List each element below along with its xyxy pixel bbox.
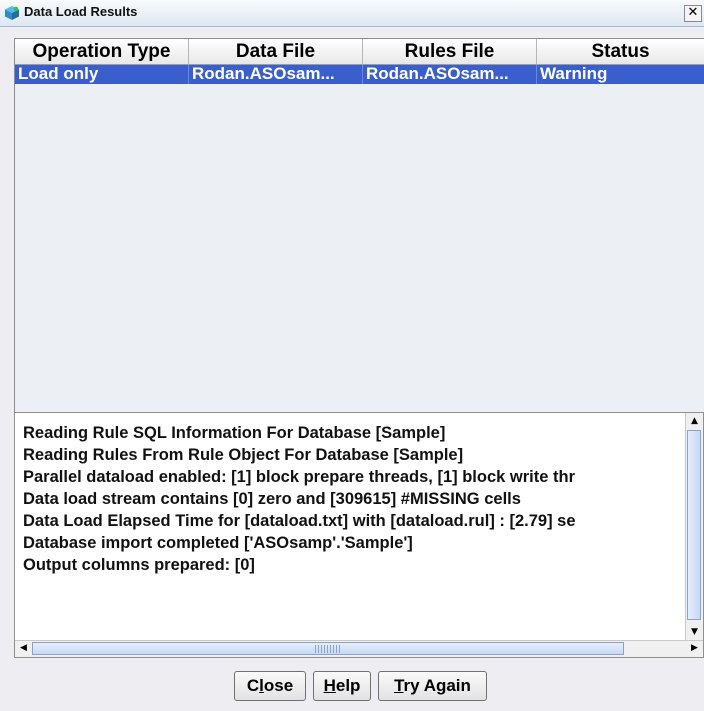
scroll-down-arrow-icon[interactable]: ▼ [686,624,703,641]
data-load-results-dialog: Data Load Results ✕ Operation Type Data … [0,0,704,711]
table-header: Operation Type Data File Rules File Stat… [15,39,704,65]
log-line: Parallel dataload enabled: [1] block pre… [23,468,575,486]
cell-status: Warning [537,65,704,84]
table-row[interactable]: Load only Rodan.ASOsam... Rodan.ASOsam..… [15,65,704,84]
log-line: Database import completed ['ASOsamp'.'Sa… [23,534,413,552]
window-title: Data Load Results [24,4,138,19]
scroll-left-arrow-icon[interactable]: ◀ [15,640,32,657]
column-header-data-file[interactable]: Data File [189,39,363,65]
log-text: Reading Rule SQL Information For Databas… [23,422,685,597]
results-table: Operation Type Data File Rules File Stat… [14,38,704,413]
horizontal-scroll-thumb[interactable] [32,642,624,655]
grip-icon [315,645,341,653]
log-line: Reading Rule SQL Information For Databas… [23,424,446,442]
cell-data-file: Rodan.ASOsam... [189,65,363,84]
log-line: Data load stream contains [0] zero and [… [23,490,521,508]
horizontal-scrollbar[interactable]: ◀ ▶ [15,640,703,657]
cell-operation-type: Load only [15,65,189,84]
cell-rules-file: Rodan.ASOsam... [363,65,537,84]
log-line: Data Load Elapsed Time for [dataload.txt… [23,512,576,530]
column-header-operation-type[interactable]: Operation Type [15,39,189,65]
scroll-up-arrow-icon[interactable]: ▲ [686,413,703,430]
close-icon[interactable]: ✕ [684,5,702,22]
button-bar: Close Help Try Again [0,660,704,711]
log-line: Output columns prepared: [0] [23,556,255,574]
title-bar[interactable]: Data Load Results ✕ [0,0,704,27]
try-again-button[interactable]: Try Again [378,671,487,701]
column-header-rules-file[interactable]: Rules File [363,39,537,65]
log-line: Reading Rules From Rule Object For Datab… [23,446,464,464]
vertical-scroll-thumb[interactable] [687,430,701,620]
column-header-status[interactable]: Status [537,39,704,65]
help-button[interactable]: Help [313,671,371,701]
vertical-scrollbar[interactable]: ▲ ▼ [685,413,703,641]
cube-icon [5,6,19,20]
scroll-right-arrow-icon[interactable]: ▶ [686,640,703,657]
close-button[interactable]: Close [234,671,306,701]
log-output-panel[interactable]: Reading Rule SQL Information For Databas… [14,412,704,658]
